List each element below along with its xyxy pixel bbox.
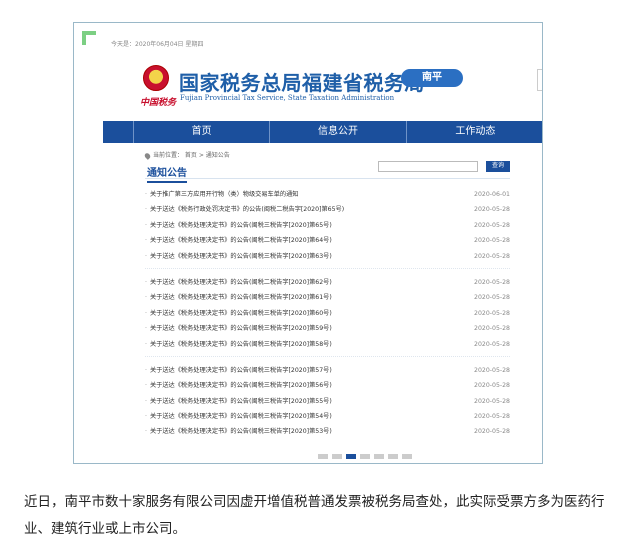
notice-title-link[interactable]: 关于送达《税务处理决定书》的公告(闽税三税告字[2020]第57号): [145, 363, 332, 378]
notice-row[interactable]: 关于送达《税务处理决定书》的公告(闽税二税告字[2020]第62号) 2020-0…: [145, 275, 510, 290]
notice-row[interactable]: 关于送达《税务处理决定书》的公告(闽税三税告字[2020]第53号) 2020-0…: [145, 424, 510, 439]
region-badge[interactable]: 南平: [401, 69, 463, 87]
notice-row[interactable]: 关于送达《税务处理决定书》的公告(闽税三税告字[2020]第65号) 2020-0…: [145, 218, 510, 233]
notice-title-link[interactable]: 关于送达《税务处理决定书》的公告(闽税三税告字[2020]第55号): [145, 394, 332, 409]
notice-row[interactable]: 关于送达《税务处理决定书》的公告(闽税三税告字[2020]第60号) 2020-0…: [145, 306, 510, 321]
notice-row[interactable]: 关于送达《税务处理决定书》的公告(闽税三税告字[2020]第54号) 2020-0…: [145, 409, 510, 424]
notice-date: 2020-06-01: [474, 191, 510, 198]
notice-row[interactable]: 关于送达《税务行政处罚决定书》的公告(闽税二税告字[2020]第65号) 2020…: [145, 202, 510, 217]
notice-row[interactable]: 关于送达《税务处理决定书》的公告(闽税三税告字[2020]第56号) 2020-0…: [145, 378, 510, 393]
notice-list: 关于推广第三方应用开行物（类）物级交易车单的通知 2020-06-01 关于送达《税…: [145, 187, 510, 440]
notice-date: 2020-05-28: [474, 325, 510, 333]
page-button[interactable]: [402, 454, 412, 459]
notice-row[interactable]: 关于送达《税务处理决定书》的公告(闽税三税告字[2020]第59号) 2020-0…: [145, 321, 510, 336]
notice-title-link[interactable]: 关于送达《税务处理决定书》的公告(闽税三税告字[2020]第63号): [145, 249, 332, 264]
date-bar: 今天是：2020年06月04日 星期四: [111, 41, 204, 48]
notice-row[interactable]: 关于送达《税务处理决定书》的公告(闽税三税告字[2020]第57号) 2020-0…: [145, 363, 510, 378]
notice-date: 2020-05-28: [474, 221, 510, 229]
header-search-edge: [537, 69, 542, 91]
section-title: 通知公告: [147, 164, 187, 183]
pagination: [318, 454, 412, 459]
notice-date: 2020-05-28: [474, 382, 510, 390]
screenshot-frame: 今天是：2020年06月04日 星期四 中国税务 国家税务总局福建省税务局 Fu…: [73, 22, 543, 464]
nav-work-news[interactable]: 工作动态: [405, 121, 542, 143]
notice-row[interactable]: 关于送达《税务处理决定书》的公告(闽税三税告字[2020]第61号) 2020-0…: [145, 290, 510, 305]
notice-title-link[interactable]: 关于送达《税务处理决定书》的公告(闽税二税告字[2020]第62号): [145, 275, 332, 290]
page-button-current[interactable]: [346, 454, 356, 459]
notice-title-link[interactable]: 关于送达《税务处理决定书》的公告(闽税三税告字[2020]第61号): [145, 290, 332, 305]
breadcrumb-text: 当前位置： 首页 > 通知公告: [153, 152, 230, 159]
notice-date: 2020-05-28: [474, 278, 510, 286]
search-button[interactable]: 查询: [486, 161, 510, 172]
page-button[interactable]: [318, 454, 328, 459]
section-divider: [145, 178, 510, 179]
site-header: 中国税务 国家税务总局福建省税务局 Fujian Provincial Tax …: [103, 51, 542, 131]
notice-title-link[interactable]: 关于送达《税务处理决定书》的公告(闽税三税告字[2020]第65号): [145, 218, 332, 233]
notice-title-link[interactable]: 关于送达《税务处理决定书》的公告(闽税三税告字[2020]第56号): [145, 378, 332, 393]
nav-home[interactable]: 首页: [133, 121, 269, 143]
notice-row[interactable]: 关于送达《税务处理决定书》的公告(闽税三税告字[2020]第58号) 2020-0…: [145, 337, 510, 352]
group-separator: [145, 264, 510, 269]
tax-website: 今天是：2020年06月04日 星期四 中国税务 国家税务总局福建省税务局 Fu…: [103, 39, 542, 459]
location-pin-icon: [143, 151, 152, 160]
notice-title-link[interactable]: 关于送达《税务行政处罚决定书》的公告(闽税二税告字[2020]第65号): [145, 202, 344, 217]
notice-date: 2020-05-28: [474, 252, 510, 260]
notice-row[interactable]: 关于推广第三方应用开行物（类）物级交易车单的通知 2020-06-01: [145, 187, 510, 202]
notice-row[interactable]: 关于送达《税务处理决定书》的公告(闽税二税告字[2020]第64号) 2020-0…: [145, 233, 510, 248]
site-title-cn: 国家税务总局福建省税务局: [179, 71, 425, 95]
notice-date: 2020-05-28: [474, 340, 510, 348]
china-tax-logo: 中国税务: [140, 98, 177, 108]
notice-row[interactable]: 关于送达《税务处理决定书》的公告(闽税三税告字[2020]第55号) 2020-0…: [145, 394, 510, 409]
notice-date: 2020-05-28: [474, 366, 510, 374]
notice-title-link[interactable]: 关于送达《税务处理决定书》的公告(闽税三税告字[2020]第59号): [145, 321, 332, 336]
notice-date: 2020-05-28: [474, 428, 510, 436]
page-button[interactable]: [388, 454, 398, 459]
main-nav: 首页 信息公开 工作动态: [103, 121, 542, 143]
notice-date: 2020-05-28: [474, 237, 510, 245]
page-button[interactable]: [374, 454, 384, 459]
notice-title-link[interactable]: 关于送达《税务处理决定书》的公告(闽税三税告字[2020]第58号): [145, 337, 332, 352]
national-emblem-icon: [143, 65, 169, 91]
notice-title-link[interactable]: 关于送达《税务处理决定书》的公告(闽税三税告字[2020]第54号): [145, 409, 332, 424]
notice-date: 2020-05-28: [474, 309, 510, 317]
nav-info-public[interactable]: 信息公开: [269, 121, 405, 143]
page-button[interactable]: [332, 454, 342, 459]
notice-title-link[interactable]: 关于送达《税务处理决定书》的公告(闽税三税告字[2020]第60号): [145, 306, 332, 321]
site-title-en: Fujian Provincial Tax Service, State Tax…: [180, 94, 395, 102]
page-button[interactable]: [360, 454, 370, 459]
notice-date: 2020-05-28: [474, 206, 510, 214]
notice-title-link[interactable]: 关于送达《税务处理决定书》的公告(闽税二税告字[2020]第64号): [145, 233, 332, 248]
notice-date: 2020-05-28: [474, 413, 510, 421]
notice-title-link[interactable]: 关于送达《税务处理决定书》的公告(闽税三税告字[2020]第53号): [145, 424, 332, 439]
notice-title-link[interactable]: 关于推广第三方应用开行物（类）物级交易车单的通知: [145, 187, 299, 202]
breadcrumb: 当前位置： 首页 > 通知公告: [143, 150, 230, 160]
notice-date: 2020-05-28: [474, 397, 510, 405]
notice-row[interactable]: 关于送达《税务处理决定书》的公告(闽税三税告字[2020]第63号) 2020-0…: [145, 249, 510, 264]
search-input[interactable]: [378, 161, 478, 172]
notice-date: 2020-05-28: [474, 294, 510, 302]
group-separator: [145, 352, 510, 357]
article-caption: 近日，南平市数十家服务有限公司因虚开增值税普通发票被税务局查处，此实际受票方多为…: [24, 494, 605, 537]
corner-bracket-top-left: [82, 31, 96, 45]
